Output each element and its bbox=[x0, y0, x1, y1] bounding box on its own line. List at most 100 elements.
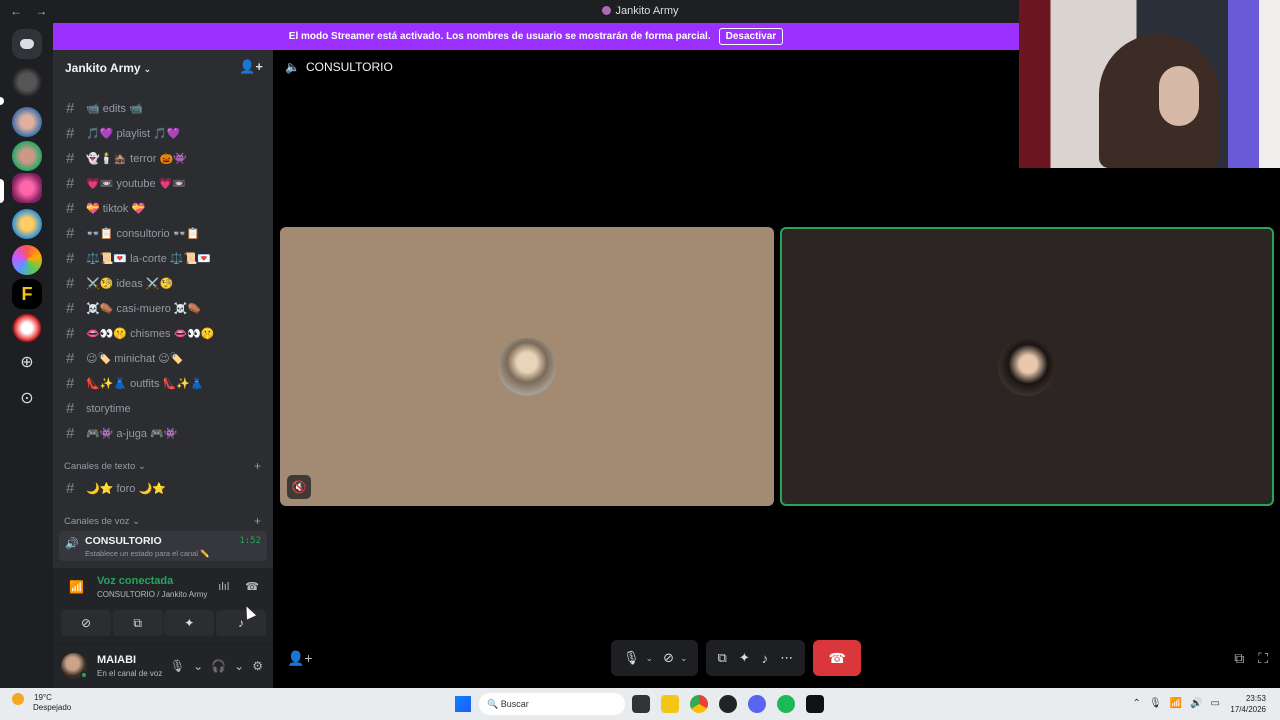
volume-icon[interactable]: 🔊 bbox=[1190, 698, 1202, 709]
invite-to-call-icon[interactable]: 👤+ bbox=[287, 650, 313, 667]
clock-time: 23:53 bbox=[1245, 694, 1266, 703]
webcam-overlay bbox=[1019, 0, 1280, 168]
invite-icon[interactable]: 👤+ bbox=[239, 59, 263, 75]
explore-servers-icon[interactable]: ⊙ bbox=[12, 385, 42, 415]
soundboard-icon[interactable]: ♪ bbox=[762, 651, 769, 666]
soundboard-button[interactable]: ♪ bbox=[215, 610, 266, 636]
voice-connected-title: Voz conectada bbox=[97, 575, 174, 587]
forum-channel[interactable]: # 🌙⭐ foro 🌙⭐ bbox=[53, 476, 273, 501]
server-icon-2[interactable] bbox=[12, 107, 42, 137]
status-indicator bbox=[80, 671, 88, 679]
app-icon[interactable] bbox=[719, 695, 737, 713]
file-explorer-icon[interactable] bbox=[661, 695, 679, 713]
channel-name: ⚖️📜💌 la-corte ⚖️📜💌 bbox=[86, 253, 211, 265]
voice-connected-subtitle[interactable]: CONSULTORIO / Jankito Army bbox=[97, 590, 207, 599]
voice-channel-status[interactable]: Establece un estado para el canal ✏️ bbox=[85, 549, 209, 558]
chevron-up-icon[interactable]: ⌃ bbox=[1133, 698, 1141, 709]
chevron-down-icon[interactable]: ⌄ bbox=[646, 653, 654, 664]
category-voice-channels[interactable]: Canales de voz ⌄ + bbox=[53, 511, 273, 531]
channel-item[interactable]: # ⚔️🧐 ideas ⚔️🧐 bbox=[53, 271, 273, 296]
server-icon-f[interactable]: F bbox=[12, 279, 42, 309]
wifi-icon[interactable]: 📶 bbox=[1170, 698, 1182, 709]
signal-icon[interactable]: 📶 bbox=[69, 580, 84, 594]
activities-button[interactable]: ✦ bbox=[164, 610, 215, 636]
server-header[interactable]: Jankito Army ⌄ 👤+ bbox=[53, 50, 273, 86]
hash-icon: # bbox=[66, 400, 75, 417]
voice-channel-consultorio[interactable]: 🔊 CONSULTORIO Establece un estado para e… bbox=[59, 531, 267, 561]
channel-name: 👄👀🤫 chismes 👄👀🤫 bbox=[86, 328, 215, 340]
channel-sidebar: Jankito Army ⌄ 👤+ # 📹 edits 📹 # 🎵💜 playlist… bbox=[53, 50, 273, 688]
channel-name: 👠✨👗 outfits 👠✨👗 bbox=[86, 378, 204, 390]
app-icon[interactable] bbox=[806, 695, 824, 713]
server-icon-6[interactable] bbox=[12, 245, 42, 275]
channel-item[interactable]: # 👄👀🤫 chismes 👄👀🤫 bbox=[53, 321, 273, 346]
channel-item[interactable]: # 👠✨👗 outfits 👠✨👗 bbox=[53, 371, 273, 396]
weather-widget[interactable]: 19°C Despejado bbox=[12, 693, 71, 712]
username[interactable]: MAIABI bbox=[97, 654, 136, 666]
channel-item[interactable]: # 🎮👾 a-juga 🎮👾 bbox=[53, 421, 273, 446]
more-options-icon[interactable]: ⋯ bbox=[780, 650, 793, 666]
spotify-icon[interactable] bbox=[777, 695, 795, 713]
channel-item[interactable]: # storytime bbox=[53, 396, 273, 421]
hash-icon: # bbox=[66, 225, 75, 242]
category-text-channels[interactable]: Canales de texto ⌄ + bbox=[53, 456, 273, 476]
discord-icon[interactable] bbox=[748, 695, 766, 713]
noise-suppression-icon[interactable]: ılıl bbox=[218, 581, 229, 593]
server-icon-8[interactable] bbox=[12, 313, 42, 343]
channel-item[interactable]: # 😉🏷️ minichat 😉🏷️ bbox=[53, 346, 273, 371]
chevron-down-icon[interactable]: ⌄ bbox=[234, 659, 244, 673]
channel-item[interactable]: # 💗📼 youtube 💗📼 bbox=[53, 171, 273, 196]
channel-item[interactable]: # 🎵💜 playlist 🎵💜 bbox=[53, 121, 273, 146]
channel-item[interactable]: # 💝 tiktok 💝 bbox=[53, 196, 273, 221]
headphones-icon[interactable]: 🎧 bbox=[211, 659, 226, 673]
add-channel-icon[interactable]: + bbox=[254, 459, 261, 473]
speaker-icon: 🔈 bbox=[285, 60, 300, 74]
webcam-face bbox=[1159, 66, 1199, 126]
hash-icon: # bbox=[66, 425, 75, 442]
microphone-icon[interactable]: 🎙 bbox=[623, 650, 640, 666]
chevron-down-icon[interactable]: ⌄ bbox=[193, 659, 203, 673]
hash-icon: # bbox=[66, 275, 75, 292]
streamer-mode-banner: El modo Streamer está activado. Los nomb… bbox=[53, 23, 1019, 50]
popout-icon[interactable]: ⧉ bbox=[1234, 650, 1244, 666]
channel-item[interactable]: # ⚖️📜💌 la-corte ⚖️📜💌 bbox=[53, 246, 273, 271]
clock[interactable]: 23:53 17/4/2026 bbox=[1230, 693, 1266, 715]
add-channel-icon[interactable]: + bbox=[254, 514, 261, 528]
channel-item[interactable]: # ☠️⚰️ casi-muero ☠️⚰️ bbox=[53, 296, 273, 321]
avatar bbox=[498, 337, 556, 396]
chrome-icon[interactable] bbox=[690, 695, 708, 713]
server-icon-5[interactable] bbox=[12, 209, 42, 239]
add-server-icon[interactable]: ⊕ bbox=[12, 349, 42, 379]
camera-off-button[interactable]: ⊘ bbox=[61, 610, 111, 636]
server-icon-3[interactable] bbox=[12, 141, 42, 171]
gear-icon[interactable]: ⚙ bbox=[252, 659, 263, 673]
disconnect-button[interactable]: ☎ bbox=[813, 640, 862, 676]
discord-home-icon[interactable] bbox=[12, 29, 42, 59]
channel-item[interactable]: # 👓📋 consultorio 👓📋 bbox=[53, 221, 273, 246]
voice-panel-icons: ılıl ☎ bbox=[202, 580, 259, 593]
fullscreen-icon[interactable]: ⛶ bbox=[1258, 650, 1268, 666]
taskbar-search[interactable]: 🔍 Buscar bbox=[479, 693, 625, 715]
microphone-icon[interactable]: 🎙 bbox=[170, 659, 185, 673]
category-label: Canales de texto bbox=[64, 460, 136, 472]
screen-share-icon[interactable]: ⧉ bbox=[718, 650, 727, 666]
chevron-down-icon[interactable]: ⌄ bbox=[680, 653, 688, 664]
activities-icon[interactable]: ✦ bbox=[739, 650, 750, 666]
screen-share-button[interactable]: ⧉ bbox=[112, 610, 163, 636]
battery-icon[interactable]: ▭ bbox=[1211, 698, 1220, 709]
hash-icon: # bbox=[66, 175, 75, 192]
server-icon-jankito[interactable] bbox=[12, 173, 42, 203]
camera-off-icon[interactable]: ⊘ bbox=[663, 650, 674, 666]
task-view-icon[interactable] bbox=[632, 695, 650, 713]
participant-tile-speaking[interactable] bbox=[780, 227, 1274, 506]
microphone-icon[interactable]: 🎙 bbox=[1149, 698, 1162, 709]
channel-name: 💝 tiktok 💝 bbox=[86, 203, 146, 215]
windows-start-icon[interactable] bbox=[455, 696, 471, 712]
disconnect-icon[interactable]: ☎ bbox=[245, 581, 259, 593]
channel-item[interactable]: # 👻🕯️🏚️ terror 🎃👾 bbox=[53, 146, 273, 171]
disable-streamer-button[interactable]: Desactivar bbox=[718, 28, 784, 45]
server-icon-1[interactable] bbox=[12, 67, 42, 97]
channel-item[interactable]: # 📹 edits 📹 bbox=[53, 96, 273, 121]
participant-tile[interactable]: 🔇 bbox=[280, 227, 774, 506]
user-status: En el canal de voz bbox=[97, 669, 163, 678]
